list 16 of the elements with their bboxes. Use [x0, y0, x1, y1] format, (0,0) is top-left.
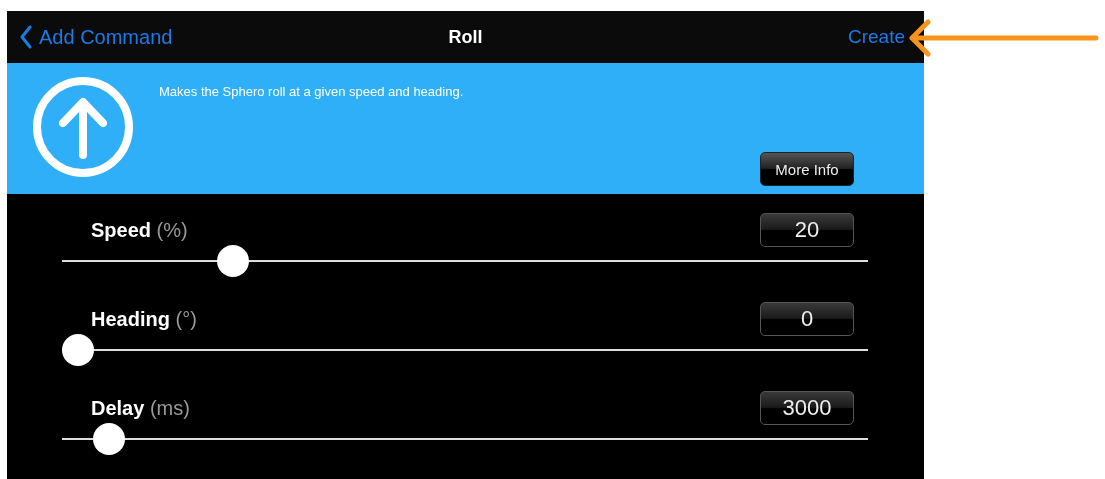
parameter-label: Delay (ms)	[91, 396, 190, 420]
more-info-button[interactable]: More Info	[760, 152, 854, 186]
create-button[interactable]: Create	[847, 26, 905, 49]
parameter-label: Heading (°)	[91, 307, 197, 331]
slider-thumb[interactable]	[62, 334, 94, 366]
value-field[interactable]: 3000	[760, 391, 854, 425]
up-arrow-circle-icon	[31, 75, 135, 180]
value-field[interactable]: 20	[760, 213, 854, 247]
slider-thumb[interactable]	[92, 423, 125, 455]
value-field[interactable]: 0	[760, 302, 854, 336]
slider-thumb[interactable]	[216, 245, 249, 277]
parameter-label: Speed (%)	[91, 218, 188, 242]
command-description: Makes the Sphero roll at a given speed and heading.	[159, 84, 464, 100]
chevron-left-icon	[19, 25, 33, 50]
screen-title: Roll	[448, 26, 483, 48]
back-button[interactable]: Add Command	[19, 25, 173, 50]
